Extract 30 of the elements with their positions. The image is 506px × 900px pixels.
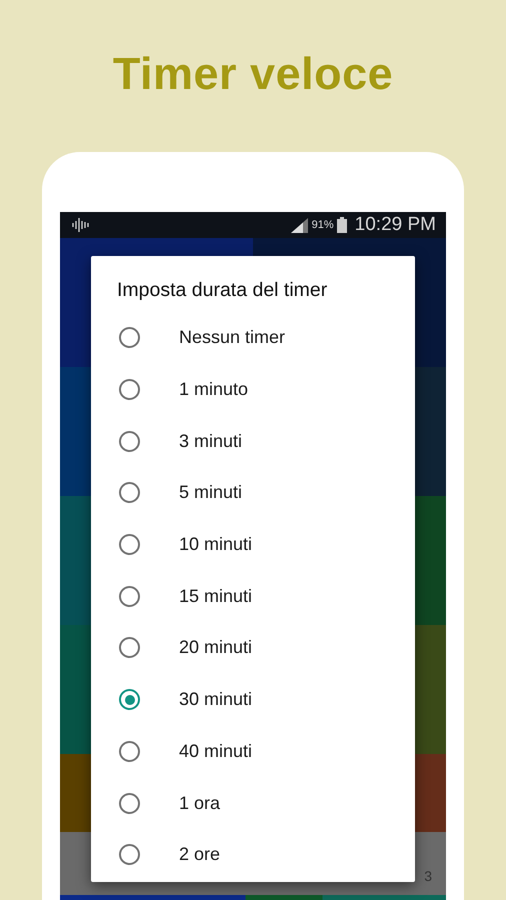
battery-percent: 91% xyxy=(312,219,334,231)
radio-button[interactable] xyxy=(119,586,140,607)
headline: Timer veloce xyxy=(112,47,394,101)
timer-option[interactable]: Nessun timer xyxy=(91,312,415,364)
timer-option[interactable]: 1 minuto xyxy=(91,364,415,416)
battery-icon xyxy=(336,217,347,233)
timer-option[interactable]: 1 ora xyxy=(91,777,415,829)
radio-button[interactable] xyxy=(119,482,140,504)
radio-button[interactable] xyxy=(119,327,140,348)
radio-button[interactable] xyxy=(119,534,140,556)
dialog-title: Imposta durata del timer xyxy=(117,278,328,302)
radio-button[interactable] xyxy=(119,430,140,452)
tile-label: 3 xyxy=(424,868,432,884)
timer-option[interactable]: 40 minuti xyxy=(91,726,415,778)
clock-time: 10:29 PM xyxy=(354,214,436,236)
signal-icon xyxy=(290,218,308,232)
timer-option[interactable]: 10 minuti xyxy=(91,518,415,570)
radio-button[interactable] xyxy=(119,792,140,814)
radio-button[interactable] xyxy=(119,637,140,658)
radio-button[interactable] xyxy=(119,740,140,762)
timer-option[interactable]: 15 minuti xyxy=(91,570,415,622)
radio-button[interactable] xyxy=(119,379,140,400)
timer-option[interactable]: 3 minuti xyxy=(91,415,415,468)
sound-wave-icon xyxy=(72,218,90,232)
radio-button[interactable] xyxy=(119,844,140,866)
timer-option[interactable]: 30 minuti xyxy=(91,674,415,726)
timer-option[interactable]: 20 minuti xyxy=(91,622,415,674)
timer-option[interactable]: 5 minuti xyxy=(91,467,415,519)
radio-button[interactable] xyxy=(119,689,140,710)
timer-option[interactable]: 2 ore xyxy=(91,828,415,881)
